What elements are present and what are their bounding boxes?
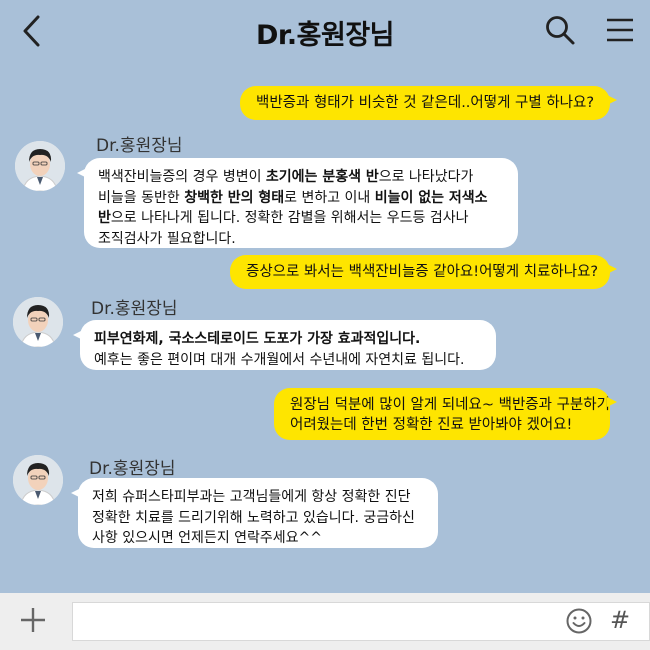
message-text: 증상으로 봐서는 백색잔비늘증 같아요!어떻게 치료하나요? xyxy=(246,264,599,280)
message-text: 백반증과 형태가 비슷한 것 같은데..어떻게 구별 하나요? xyxy=(256,95,595,111)
message-line: 저희 슈퍼스타피부과는 고객님들에게 항상 정확한 진단 xyxy=(92,489,411,505)
sent-message: 증상으로 봐서는 백색잔비늘증 같아요!어떻게 치료하나요? xyxy=(230,255,617,289)
received-message: 백색잔비늘증의 경우 병변이 초기에는 분홍색 반으로 나타났다가 비늘을 동반… xyxy=(77,158,518,248)
doctor-avatar-icon xyxy=(13,297,63,347)
message-line: 예후는 좋은 편이며 대개 수개월에서 수년내에 자연치료 됩니다. xyxy=(94,351,465,368)
received-message: 저희 슈퍼스타피부과는 고객님들에게 항상 정확한 진단 정확한 치료를 드리기… xyxy=(71,478,438,548)
hash-icon[interactable]: # xyxy=(605,605,635,635)
message-line: 피부연화제, 국소스테로이드 도포가 가장 효과적입니다. xyxy=(94,331,421,347)
received-message: 피부연화제, 국소스테로이드 도포가 가장 효과적입니다. 예후는 좋은 편이며… xyxy=(73,320,496,370)
message-input-bar: # xyxy=(0,593,650,650)
avatar[interactable] xyxy=(15,141,65,191)
smiley-icon[interactable] xyxy=(565,607,593,635)
doctor-avatar-icon xyxy=(15,141,65,191)
message-line: 어려웠는데 한번 정확한 진료 받아봐야 겠어요! xyxy=(290,417,573,433)
message-line: 정확한 치료를 드리기위해 노력하고 있습니다. 궁금하신 xyxy=(92,509,415,526)
sent-message: 백반증과 형태가 비슷한 것 같은데..어떻게 구별 하나요? xyxy=(240,86,617,120)
search-icon[interactable] xyxy=(544,14,576,46)
message-line: 사항 있으시면 언제든지 연락주세요^^ xyxy=(92,530,323,546)
doctor-avatar-icon xyxy=(13,455,63,505)
chat-header: Dr.홍원장님 xyxy=(0,0,650,62)
sent-message: 원장님 덕분에 많이 알게 되네요~ 백반증과 구분하기 어려웠는데 한번 정확… xyxy=(274,388,617,440)
message-line: 반으로 나타나게 됩니다. 정확한 감별을 위해서는 우드등 검사나 xyxy=(98,210,469,226)
sender-name: Dr.홍원장님 xyxy=(89,459,176,479)
message-input[interactable] xyxy=(72,602,650,641)
message-line: 원장님 덕분에 많이 알게 되네요~ 백반증과 구분하기 xyxy=(290,397,610,413)
menu-icon[interactable] xyxy=(604,16,636,44)
avatar[interactable] xyxy=(13,297,63,347)
avatar[interactable] xyxy=(13,455,63,505)
sender-name: Dr.홍원장님 xyxy=(91,299,178,319)
message-line: 비늘을 동반한 창백한 반의 형태로 변하고 이내 비늘이 없는 저색소 xyxy=(98,189,488,206)
plus-icon[interactable] xyxy=(18,605,48,635)
message-line: 조직검사가 필요합니다. xyxy=(98,230,236,247)
message-line: 백색잔비늘증의 경우 병변이 초기에는 분홍색 반으로 나타났다가 xyxy=(98,169,474,185)
sender-name: Dr.홍원장님 xyxy=(96,136,183,156)
